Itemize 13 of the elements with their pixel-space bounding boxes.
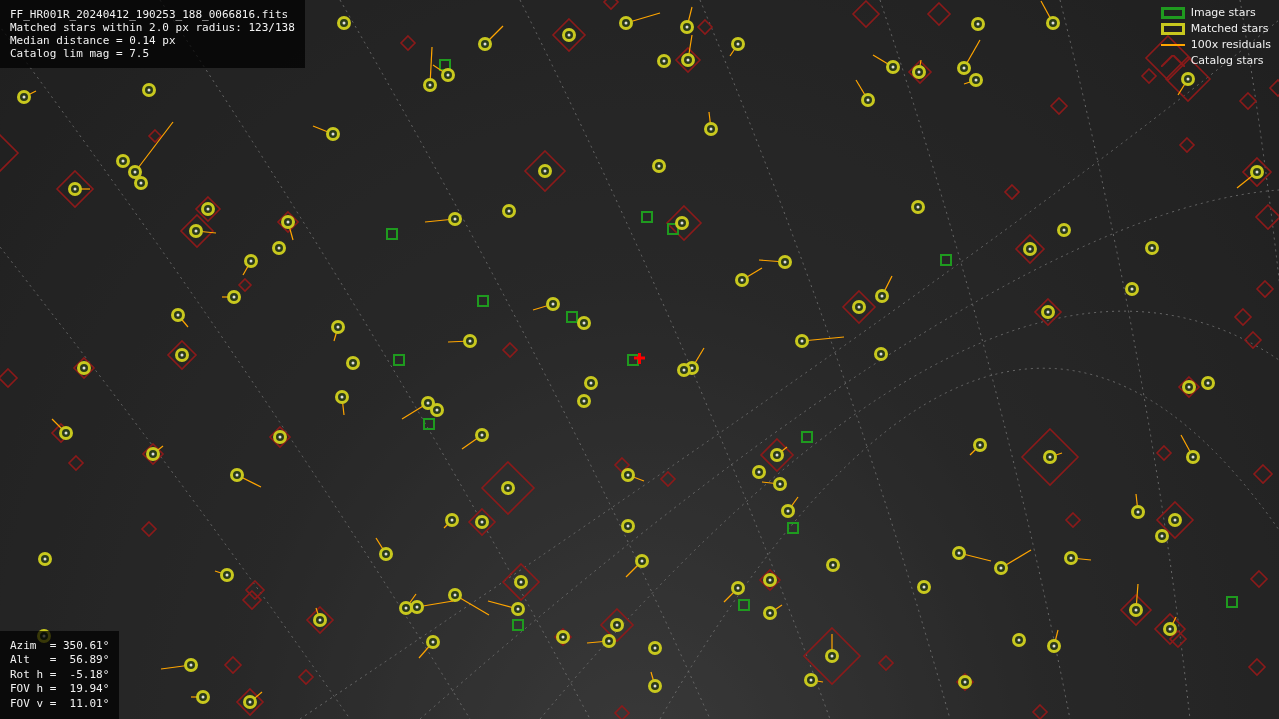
legend-label: 100x residuals: [1190, 38, 1271, 52]
legend-label: Catalog stars: [1190, 54, 1264, 68]
info-text: Median distance = 0.14 px: [10, 34, 177, 47]
pointing-text: FOV v = 11.01°: [10, 696, 110, 711]
pointing-text: FOV h = 19.94°: [10, 682, 110, 697]
pointing-text: Azim = 350.61°: [10, 638, 110, 653]
legend-label: Image stars: [1190, 6, 1256, 20]
info-text: Catalog lim mag = 7.5: [10, 47, 151, 60]
pointing-text: Rot h = -5.18°: [10, 667, 110, 682]
legend-label: Matched stars: [1190, 22, 1269, 36]
info-text: Matched stars within 2.0 px radius: 123/138: [10, 21, 295, 34]
info-text: FF_HR001R_20240412_190253_188_0066816.fits: [10, 8, 290, 21]
pointing-text: Alt = 56.89°: [10, 653, 110, 668]
